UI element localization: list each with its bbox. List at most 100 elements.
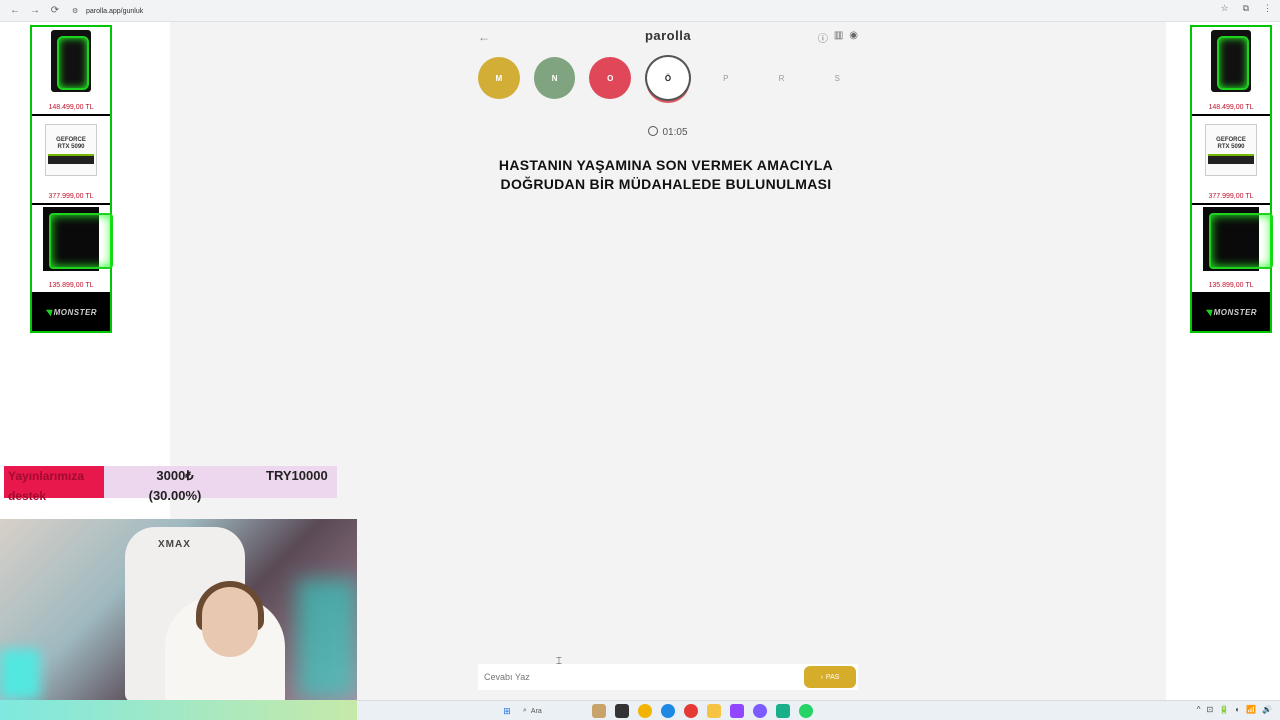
chrome-icon[interactable] [638, 704, 652, 718]
browser-menu-icon[interactable]: ⋮ [1263, 3, 1272, 14]
donation-goal: TRY10000 [266, 468, 328, 483]
ad-price: 135.899,00 TL [48, 282, 94, 289]
letter-circle: S [816, 57, 859, 99]
pc-wide-image [43, 207, 113, 271]
letter-char: N [551, 73, 558, 83]
system-tray: ^ ⊡ 🔋 ◐ 📶 🔊 [1197, 705, 1272, 714]
twitch-icon[interactable] [730, 704, 744, 718]
stats-icon[interactable]: ▥ [834, 30, 843, 45]
donation-label: Yayınlarımıza destek [8, 469, 85, 503]
timer-value: 01:05 [662, 127, 688, 138]
taskbar-search[interactable]: ⌕ Ara [523, 704, 583, 718]
ad-product[interactable]: 135.899,00 TL [32, 205, 113, 294]
letter-circle: R [760, 57, 803, 99]
webcam-overlay: XMAX [0, 519, 357, 700]
clock-icon [648, 126, 659, 136]
ad-product[interactable]: GEFORCE RTX 5090 377.999,00 TL [1192, 116, 1270, 205]
pass-label: PAS [825, 673, 840, 681]
gpu-model-text: RTX 5090 [57, 143, 85, 150]
letter-circle: P [704, 57, 747, 99]
letter-circle: N [533, 57, 576, 99]
ad-price: 377.999,00 TL [1208, 193, 1254, 200]
ad-product[interactable]: 135.899,00 TL [1192, 205, 1273, 294]
display-icon[interactable]: ◐ [1235, 705, 1240, 714]
start-icon[interactable]: ⊞ [500, 704, 514, 718]
site-info-icon[interactable]: ⚙ [72, 7, 80, 15]
countdown-timer: 01:05 [478, 126, 858, 138]
letter-char: R [778, 73, 785, 83]
folder-icon[interactable] [707, 704, 721, 718]
volume-icon[interactable]: 🔊 [1262, 705, 1272, 714]
widget-icon[interactable] [592, 704, 606, 718]
chevron-right-icon: › [820, 673, 823, 681]
chair-brand: XMAX [158, 539, 191, 550]
battery-icon[interactable]: 🔋 [1219, 705, 1229, 714]
browser-actions: ☆ ⧉ ⋮ [1220, 3, 1272, 14]
gpu-model-text: RTX 5090 [1217, 143, 1245, 150]
url-text: parolla.app/gunluk [86, 7, 144, 15]
extensions-icon[interactable]: ⧉ [1243, 3, 1249, 14]
ad-product[interactable]: 148.499,00 TL [32, 27, 110, 116]
monster-logo-icon: ◥ [44, 308, 52, 317]
tray-app-icon[interactable]: ⊡ [1207, 705, 1214, 714]
chrome-alt-icon[interactable] [684, 704, 698, 718]
search-label: Ara [530, 707, 542, 715]
answer-bar: › PAS [478, 664, 858, 690]
ad-banner-left[interactable]: 148.499,00 TL GEFORCE RTX 5090 377.999,0… [30, 25, 113, 333]
game-header: parolla ← ⓘ ▥ ◉ [478, 28, 858, 48]
donation-amount: 3000₺ (30.00%) [148, 468, 202, 503]
search-icon: ⌕ [523, 707, 527, 714]
back-icon[interactable]: ← [8, 4, 22, 18]
task-view-icon[interactable] [615, 704, 629, 718]
messenger-icon[interactable] [753, 704, 767, 718]
page: 148.499,00 TL GEFORCE RTX 5090 377.999,0… [0, 22, 1280, 700]
pc-wide-image [1203, 207, 1273, 271]
edge-icon[interactable] [661, 704, 675, 718]
ad-product[interactable]: 148.499,00 TL [1192, 27, 1270, 116]
taskbar-apps: ⊞ ⌕ Ara [500, 704, 813, 718]
letter-char: P [723, 73, 729, 83]
ad-logo[interactable]: ◥ MONSTER [1192, 294, 1270, 331]
reload-icon[interactable]: ⟳ [48, 4, 62, 18]
bookmark-star-icon[interactable]: ☆ [1220, 3, 1228, 14]
windows-taskbar: ⊞ ⌕ Ara ^ ⊡ 🔋 ◐ 📶 🔊 [357, 700, 1280, 720]
account-icon[interactable]: ◉ [849, 30, 858, 45]
back-arrow-icon[interactable]: ← [478, 30, 490, 44]
letter-char: S [834, 73, 840, 83]
ad-logo[interactable]: ◥ MONSTER [32, 294, 110, 331]
pc-case-image [43, 29, 99, 93]
whatsapp-icon[interactable] [799, 704, 813, 718]
tray-chevron-icon[interactable]: ^ [1197, 705, 1201, 714]
ad-product[interactable]: GEFORCE RTX 5090 377.999,00 TL [32, 116, 110, 205]
letter-circle: Ö [645, 55, 691, 101]
gpu-brand-text: GEFORCE [56, 136, 86, 143]
pc-case-image [1203, 29, 1259, 93]
obs-icon[interactable] [776, 704, 790, 718]
address-bar[interactable]: ⚙ parolla.app/gunluk [66, 3, 1216, 19]
letter-char: O [607, 73, 614, 83]
gpu-image: GEFORCE RTX 5090 [1203, 118, 1259, 182]
letter-wheel: M N O Ö P R S [478, 55, 859, 105]
ad-banner-right[interactable]: 148.499,00 TL GEFORCE RTX 5090 377.999,0… [1190, 25, 1273, 333]
gpu-image: GEFORCE RTX 5090 [43, 118, 99, 182]
donation-goal-widget: Yayınlarımıza destek 3000₺ (30.00%) TRY1… [4, 466, 337, 503]
mouse-cursor-icon: ⌶ [556, 656, 562, 667]
ad-price: 377.999,00 TL [48, 193, 94, 200]
answer-input[interactable] [478, 664, 804, 690]
monster-logo-icon: ◥ [1204, 308, 1212, 317]
letter-char: M [495, 73, 503, 83]
letter-circle: O [589, 57, 632, 99]
question-text: HASTANIN YAŞAMINA SON VERMEK AMACIYLA DO… [498, 157, 834, 192]
letter-char: Ö [664, 73, 672, 83]
letter-circle: M [478, 57, 520, 99]
ad-logo-text: MONSTER [1213, 308, 1258, 317]
game-logo[interactable]: parolla [478, 28, 858, 43]
pass-button[interactable]: › PAS [804, 666, 856, 688]
forward-icon[interactable]: → [28, 4, 42, 18]
taskbar-left-overlay [0, 700, 357, 720]
wifi-icon[interactable]: 📶 [1246, 705, 1256, 714]
info-icon[interactable]: ⓘ [818, 30, 828, 45]
ad-logo-text: MONSTER [53, 308, 98, 317]
ad-price: 135.899,00 TL [1208, 282, 1254, 289]
ad-price: 148.499,00 TL [48, 104, 94, 111]
